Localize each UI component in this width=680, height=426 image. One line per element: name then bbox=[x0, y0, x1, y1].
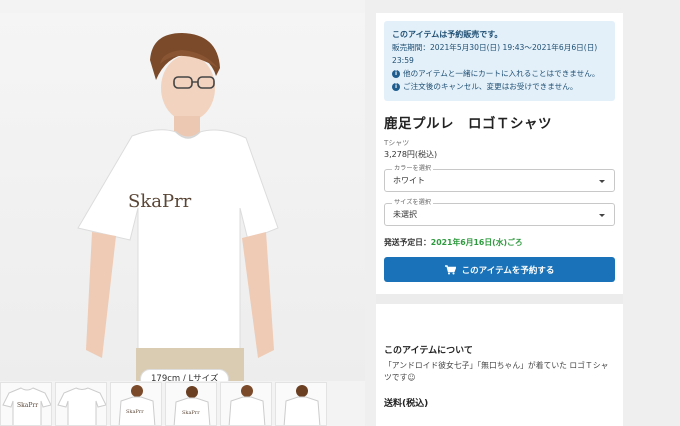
dropdown-arrow-icon bbox=[599, 214, 605, 217]
about-text: 「アンドロイド彼女七子」「無口ちゃん」が着ていた ロゴＴシャツです☺ bbox=[384, 361, 609, 382]
svg-text:SkaPrr: SkaPrr bbox=[182, 410, 200, 416]
size-select-value: 未選択 bbox=[393, 210, 417, 219]
shirt-logo: SkaPrr bbox=[128, 191, 192, 212]
svg-text:SkaPrr: SkaPrr bbox=[126, 409, 144, 415]
thumbnail-2[interactable] bbox=[55, 382, 107, 426]
shipping-date: 2021年6月16日(水)ごろ bbox=[430, 238, 523, 247]
cart-icon bbox=[444, 264, 456, 274]
color-select-value: ホワイト bbox=[393, 176, 425, 185]
info-icon: i bbox=[392, 82, 400, 91]
about-title: このアイテムについて bbox=[384, 346, 473, 356]
info-icon: i bbox=[392, 69, 400, 78]
about-section: このアイテムについて 「アンドロイド彼女七子」「無口ちゃん」が着ていた ロゴＴシ… bbox=[384, 343, 615, 384]
notice-info-cancel-text: ご注文後のキャンセル、変更はお受けできません。 bbox=[403, 82, 578, 91]
model-in-tshirt-image: SkaPrr bbox=[77, 33, 279, 381]
preorder-notice-title: このアイテムは予約販売です。 bbox=[392, 30, 503, 39]
size-select-label: サイズを選択 bbox=[392, 199, 433, 207]
preorder-notice: このアイテムは予約販売です。 販売期間：2021年5月30日(日) 19:43〜… bbox=[384, 21, 615, 101]
color-select-label: カラーを選択 bbox=[392, 165, 434, 173]
thumbnail-5[interactable] bbox=[220, 382, 272, 426]
product-info-panel: このアイテムは予約販売です。 販売期間：2021年5月30日(日) 19:43〜… bbox=[376, 13, 623, 426]
size-select[interactable]: サイズを選択 未選択 bbox=[384, 199, 615, 226]
product-main-photo[interactable]: SkaPrr 179cm / Lサイズ bbox=[0, 13, 365, 381]
sales-period: 販売期間：2021年5月30日(日) 19:43〜2021年6月6日(日) 23… bbox=[392, 43, 598, 65]
notice-info-cancel: i ご注文後のキャンセル、変更はお受けできません。 bbox=[392, 80, 607, 93]
reserve-button-label: このアイテムを予約する bbox=[461, 265, 555, 276]
thumbnail-4[interactable]: SkaPrr bbox=[165, 382, 217, 426]
product-title: 鹿足プルレ ロゴＴシャツ bbox=[384, 116, 552, 132]
thumbnail-strip: SkaPrr SkaPrr SkaPrr bbox=[0, 382, 365, 426]
thumbnail-1[interactable]: SkaPrr bbox=[0, 382, 52, 426]
thumbnail-6[interactable] bbox=[275, 382, 327, 426]
color-select[interactable]: カラーを選択 ホワイト bbox=[384, 165, 615, 192]
product-price: 3,278円(税込) bbox=[384, 150, 438, 159]
thumbnail-3[interactable]: SkaPrr bbox=[110, 382, 162, 426]
product-gallery: SkaPrr 179cm / Lサイズ SkaPrr SkaPrr SkaPrr bbox=[0, 0, 365, 426]
section-divider bbox=[376, 294, 623, 304]
dropdown-arrow-icon bbox=[599, 180, 605, 183]
reserve-button[interactable]: このアイテムを予約する bbox=[384, 257, 615, 282]
model-size-badge: 179cm / Lサイズ bbox=[140, 369, 230, 381]
shipping-label: 発送予定日： bbox=[384, 238, 431, 247]
shipping-fee-title: 送料(税込) bbox=[384, 399, 429, 409]
notice-info-cart: i 他のアイテムと一緒にカートに入れることはできません。 bbox=[392, 67, 607, 80]
svg-text:SkaPrr: SkaPrr bbox=[17, 402, 38, 409]
product-category: Tシャツ bbox=[384, 139, 410, 147]
notice-info-cart-text: 他のアイテムと一緒にカートに入れることはできません。 bbox=[403, 69, 600, 78]
shipping-estimate: 発送予定日：2021年6月16日(水)ごろ bbox=[384, 237, 615, 248]
